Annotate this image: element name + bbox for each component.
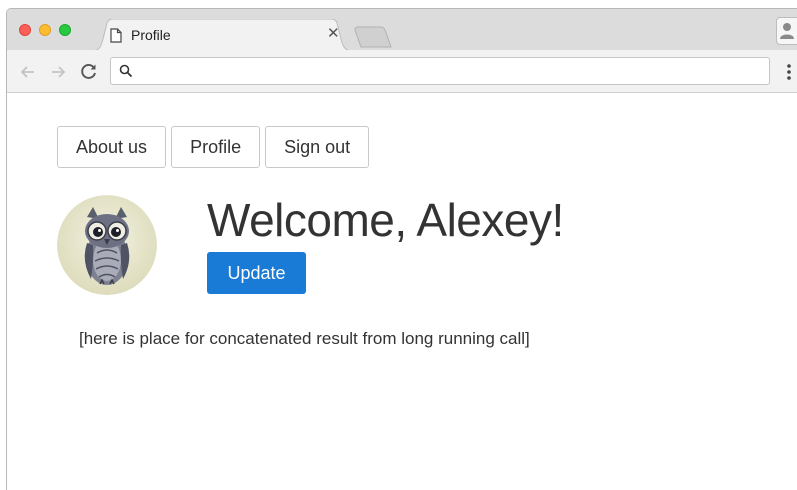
update-button[interactable]: Update <box>207 252 306 294</box>
browser-window: Profile ✕ About us Profile Sign out Welc… <box>6 8 797 490</box>
browser-toolbar <box>7 50 797 93</box>
owl-avatar-icon <box>57 195 157 295</box>
tab-title: Profile <box>131 27 171 43</box>
sign-out-button[interactable]: Sign out <box>265 126 370 168</box>
long-running-result-text: [here is place for concatenated result f… <box>79 329 530 348</box>
about-us-button[interactable]: About us <box>57 126 167 168</box>
address-bar[interactable] <box>110 57 770 85</box>
tab-profile[interactable]: Profile ✕ <box>91 19 353 51</box>
address-input[interactable] <box>139 61 763 83</box>
nav-button-group: About us Profile Sign out <box>57 126 370 168</box>
reload-icon[interactable] <box>79 62 99 82</box>
vertical-dots-icon[interactable] <box>785 62 793 82</box>
minimize-window-button[interactable] <box>39 24 51 36</box>
document-icon <box>110 28 122 43</box>
tab-strip: Profile ✕ <box>7 9 797 51</box>
new-tab-button[interactable] <box>353 26 393 48</box>
page-content: About us Profile Sign out Welcome, Alexe… <box>7 93 797 490</box>
close-icon[interactable]: ✕ <box>327 26 340 42</box>
arrow-left-icon[interactable] <box>18 62 38 82</box>
maximize-window-button[interactable] <box>59 24 71 36</box>
profile-button[interactable]: Profile <box>171 126 261 168</box>
close-window-button[interactable] <box>19 24 31 36</box>
person-icon <box>780 23 794 39</box>
search-icon <box>119 64 133 78</box>
arrow-right-icon[interactable] <box>48 62 68 82</box>
avatar <box>57 195 157 295</box>
profile-menu-button[interactable] <box>776 17 797 45</box>
welcome-heading: Welcome, Alexey! <box>207 194 564 246</box>
